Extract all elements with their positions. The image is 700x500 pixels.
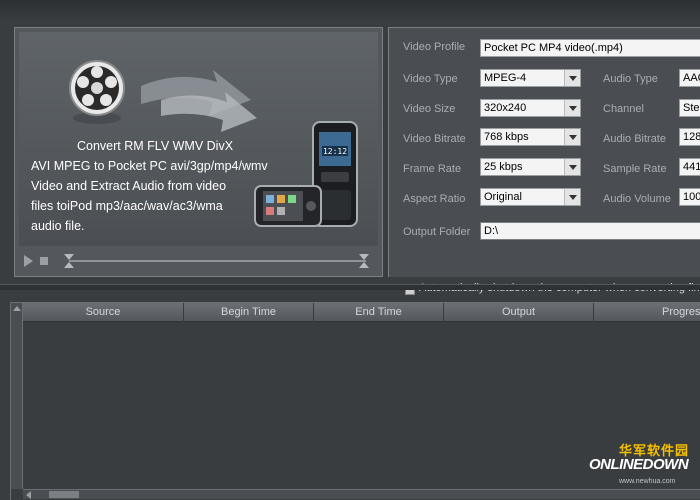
column-progress[interactable]: Progress [594, 303, 700, 322]
frame-rate-select[interactable]: 25 kbps [480, 158, 581, 176]
convert-arrow-icon [141, 70, 257, 132]
column-end-time[interactable]: End Time [314, 303, 444, 322]
output-folder-label: Output Folder [403, 226, 471, 238]
scroll-left-icon[interactable] [26, 491, 31, 499]
scrollbar-thumb[interactable] [49, 491, 79, 498]
channel-select[interactable]: Stereo [679, 99, 700, 117]
chevron-down-icon [564, 100, 580, 116]
aspect-ratio-label: Aspect Ratio [403, 193, 466, 205]
promo-line: files toiPod mp3/aac/wav/ac3/wma [31, 199, 223, 213]
phone-clock: 12:12 [323, 147, 347, 156]
settings-panel: Video Profile Pocket PC MP4 video(.mp4) … [388, 27, 700, 295]
watermark-en: ONLINEDOWN [589, 456, 689, 473]
vertical-scrollbar[interactable] [11, 303, 23, 489]
video-profile-label: Video Profile [403, 41, 466, 53]
seek-track[interactable] [69, 260, 366, 262]
promo-text: Convert RM FLV WMV DivX AVI MPEG to Pock… [31, 136, 281, 236]
watermark-url: www.newhua.com [619, 478, 676, 485]
frame-rate-value: 25 kbps [484, 161, 523, 173]
column-begin-time[interactable]: Begin Time [184, 303, 314, 322]
panel-divider [0, 284, 700, 290]
promo-line: Video and Extract Audio from video [31, 179, 227, 193]
promo-line: Convert RM FLV WMV DivX [77, 139, 234, 153]
file-list-header: Source Begin Time End Time Output Progre… [23, 303, 700, 322]
audio-volume-label: Audio Volume [603, 193, 671, 205]
chevron-down-icon [564, 129, 580, 145]
output-folder-value: D:\ [484, 225, 499, 237]
chevron-down-icon [564, 189, 580, 205]
audio-bitrate-value: 128 [683, 131, 700, 143]
audio-volume-value: 100 [683, 191, 700, 203]
video-bitrate-value: 768 kbps [484, 131, 529, 143]
video-bitrate-select[interactable]: 768 kbps [480, 128, 581, 146]
audio-type-label: Audio Type [603, 73, 658, 85]
sample-rate-select[interactable]: 441 [679, 158, 700, 176]
column-source[interactable]: Source [23, 303, 184, 322]
audio-type-select[interactable]: AAC [679, 69, 700, 87]
scroll-up-icon[interactable] [13, 306, 21, 311]
preview-panel: Convert RM FLV WMV DivX AVI MPEG to Pock… [14, 27, 383, 277]
chevron-down-icon [564, 159, 580, 175]
video-type-select[interactable]: MPEG-4 [480, 69, 581, 87]
channel-label: Channel [603, 103, 644, 115]
video-profile-select[interactable]: Pocket PC MP4 video(.mp4) [480, 39, 700, 57]
chevron-down-icon [564, 70, 580, 86]
aspect-ratio-select[interactable]: Original [480, 188, 581, 206]
audio-bitrate-label: Audio Bitrate [603, 133, 666, 145]
sample-rate-value: 441 [683, 161, 700, 173]
watermark: 华军软件园 ONLINEDOWN www.newhua.com [583, 440, 700, 498]
video-size-select[interactable]: 320x240 [480, 99, 581, 117]
audio-type-value: AAC [683, 72, 700, 84]
video-type-value: MPEG-4 [484, 72, 527, 84]
play-button[interactable] [24, 255, 33, 267]
pda-device-icon [254, 185, 322, 227]
sample-rate-label: Sample Rate [603, 163, 667, 175]
promo-line: AVI MPEG to Pocket PC avi/3gp/mp4/wmv [31, 159, 268, 173]
channel-value: Stereo [683, 102, 700, 114]
frame-rate-label: Frame Rate [403, 163, 462, 175]
audio-volume-select[interactable]: 100 [679, 188, 700, 206]
audio-bitrate-select[interactable]: 128 [679, 128, 700, 146]
video-bitrate-label: Video Bitrate [403, 133, 466, 145]
top-strip [0, 0, 700, 22]
aspect-ratio-value: Original [484, 191, 522, 203]
promo-line: audio file. [31, 219, 85, 233]
video-size-label: Video Size [403, 103, 456, 115]
column-output[interactable]: Output [444, 303, 594, 322]
video-size-value: 320x240 [484, 102, 527, 114]
output-folder-input[interactable]: D:\ [480, 222, 700, 240]
stop-button[interactable] [40, 257, 48, 265]
video-profile-value: Pocket PC MP4 video(.mp4) [484, 42, 623, 54]
trim-end-marker-icon[interactable] [359, 254, 369, 268]
preview-screen: Convert RM FLV WMV DivX AVI MPEG to Pock… [19, 32, 378, 246]
film-reel-icon [69, 60, 125, 124]
playback-controls [19, 250, 378, 272]
video-type-label: Video Type [403, 73, 458, 85]
